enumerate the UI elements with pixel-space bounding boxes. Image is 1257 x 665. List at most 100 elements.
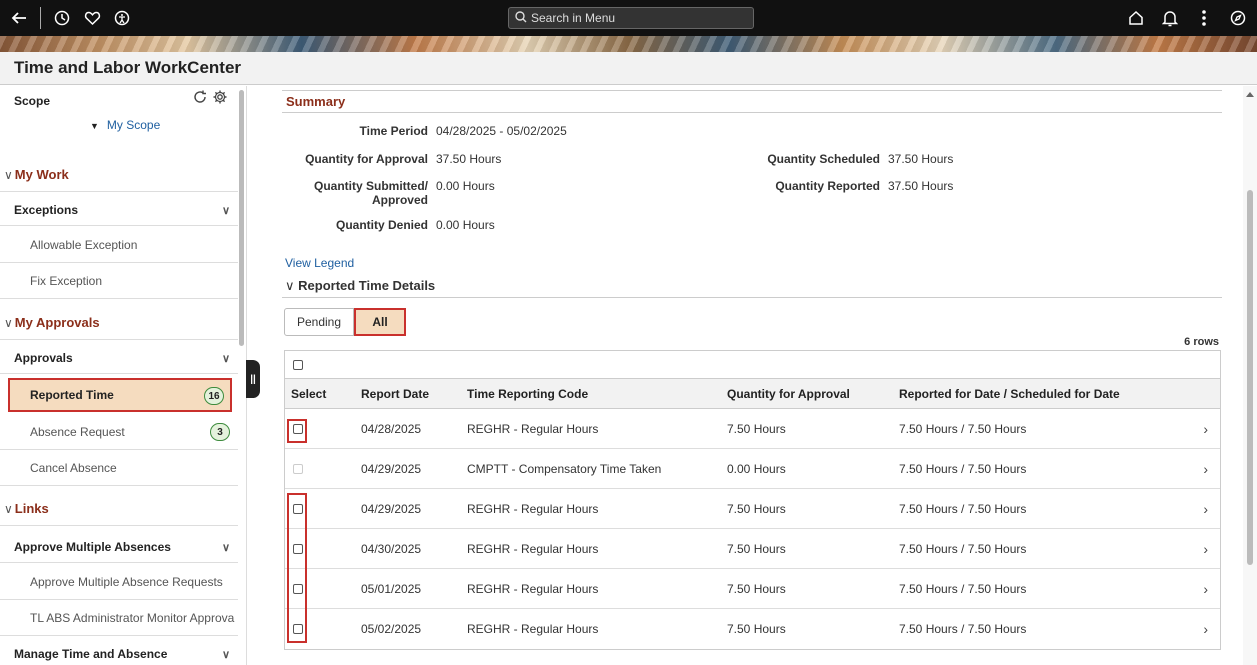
col-qty-for-approval[interactable]: Quantity for Approval — [727, 379, 850, 408]
chevron-down-icon: ∨ — [221, 205, 230, 217]
group-manage-time-absence[interactable]: Manage Time and Absence ∨ — [0, 638, 238, 665]
chevron-right-icon[interactable]: › — [1203, 489, 1208, 528]
top-banner-bar — [0, 0, 1257, 36]
cell-report-date: 04/29/2025 — [361, 461, 422, 476]
notifications-icon[interactable] — [1155, 3, 1185, 33]
col-report-date[interactable]: Report Date — [361, 379, 429, 408]
row-select-checkbox[interactable] — [293, 624, 303, 634]
actions-menu-icon[interactable] — [1189, 3, 1219, 33]
filter-all-button[interactable]: All — [354, 308, 406, 336]
sidebar-item-label: Cancel Absence — [30, 460, 117, 475]
chevron-down-icon: ∨ — [4, 315, 13, 330]
chevron-down-icon: ∨ — [221, 649, 230, 661]
group-exceptions[interactable]: Exceptions ∨ — [0, 194, 238, 226]
sidebar-item-label: Absence Request — [30, 424, 125, 439]
qty-reported-label: Quantity Reported — [775, 179, 880, 193]
select-all-checkbox[interactable] — [293, 359, 303, 370]
decorative-banner-image — [0, 36, 1257, 52]
group-approvals[interactable]: Approvals ∨ — [0, 342, 238, 374]
qty-submitted-label-line1: Quantity Submitted/ — [314, 179, 428, 193]
sidebar-item-tl-abs-admin-monitor[interactable]: TL ABS Administrator Monitor Approva — [0, 600, 238, 636]
scroll-up-arrow-icon[interactable] — [1246, 92, 1254, 97]
cell-report-date: 04/29/2025 — [361, 501, 422, 516]
cell-report-date: 04/28/2025 — [361, 421, 422, 436]
caret-down-icon: ▼ — [90, 121, 99, 131]
table-row[interactable]: 04/30/2025 REGHR - Regular Hours 7.50 Ho… — [285, 529, 1220, 569]
group-label: Manage Time and Absence — [14, 647, 168, 661]
col-select[interactable]: Select — [291, 379, 326, 408]
section-my-work[interactable]: ∨ My Work — [0, 158, 238, 192]
reported-time-details-header[interactable]: ∨ Reported Time Details — [285, 278, 435, 294]
sidebar-item-allowable-exception[interactable]: Allowable Exception — [0, 227, 238, 263]
search-input[interactable] — [531, 11, 741, 25]
row-select-checkbox[interactable] — [293, 423, 303, 434]
cell-report-date: 05/02/2025 — [361, 622, 422, 636]
cell-trc: REGHR - Regular Hours — [467, 622, 599, 636]
chevron-right-icon[interactable]: › — [1203, 609, 1208, 649]
cell-reported: 7.50 Hours / 7.50 Hours — [899, 581, 1027, 596]
sidebar-item-absence-request[interactable]: Absence Request 3 — [0, 414, 238, 450]
table-row[interactable]: 04/29/2025 REGHR - Regular Hours 7.50 Ho… — [285, 489, 1220, 529]
sidebar-collapse-handle[interactable]: || — [246, 360, 260, 398]
favorites-icon[interactable] — [77, 3, 107, 33]
my-scope-link[interactable]: ▼ My Scope — [90, 118, 160, 132]
gear-icon[interactable] — [212, 89, 228, 108]
divider — [282, 297, 1222, 298]
qty-submitted-label: Quantity Submitted/ Approved — [282, 179, 428, 207]
section-my-approvals[interactable]: ∨ My Approvals — [0, 306, 238, 340]
filter-pending-button[interactable]: Pending — [284, 308, 354, 336]
group-approve-multiple-absences[interactable]: Approve Multiple Absences ∨ — [0, 531, 238, 563]
chevron-right-icon[interactable]: › — [1203, 569, 1208, 608]
row-select-checkbox[interactable] — [293, 543, 303, 554]
cell-trc: REGHR - Regular Hours — [467, 421, 599, 436]
group-label: Approvals — [14, 350, 73, 365]
home-icon[interactable] — [1121, 3, 1151, 33]
chevron-down-icon: ∨ — [4, 167, 13, 182]
section-label: Links — [14, 501, 49, 516]
menu-search-box[interactable] — [508, 7, 754, 29]
group-label: Approve Multiple Absences — [14, 539, 171, 554]
chevron-right-icon[interactable]: › — [1203, 529, 1208, 568]
qty-scheduled-value: 37.50 Hours — [888, 152, 954, 166]
sidebar-item-approve-multiple-absence-requests[interactable]: Approve Multiple Absence Requests — [0, 564, 238, 600]
cell-qty: 0.00 Hours — [727, 461, 786, 476]
view-legend-link[interactable]: View Legend — [285, 256, 354, 270]
table-row[interactable]: 05/02/2025 REGHR - Regular Hours 7.50 Ho… — [285, 609, 1220, 649]
sidebar-item-cancel-absence[interactable]: Cancel Absence — [0, 450, 238, 486]
section-label: My Work — [14, 167, 69, 182]
pause-bars-icon: || — [250, 373, 256, 385]
cell-trc: REGHR - Regular Hours — [467, 581, 599, 596]
row-select-checkbox-disabled — [293, 463, 303, 474]
chevron-right-icon[interactable]: › — [1203, 409, 1208, 448]
table-row[interactable]: 05/01/2025 REGHR - Regular Hours 7.50 Ho… — [285, 569, 1220, 609]
accessibility-icon[interactable] — [107, 3, 137, 33]
sidebar-item-label: Allowable Exception — [30, 237, 138, 252]
divider — [282, 90, 1222, 91]
scope-row: Scope — [0, 86, 238, 118]
history-icon[interactable] — [47, 3, 77, 33]
chevron-down-icon: ∨ — [4, 501, 13, 516]
sidebar-item-reported-time[interactable]: Reported Time 16 — [8, 378, 232, 412]
navigator-icon[interactable] — [1223, 3, 1253, 33]
sidebar-item-fix-exception[interactable]: Fix Exception — [0, 263, 238, 299]
section-links[interactable]: ∨ Links — [0, 492, 238, 526]
sidebar-scrollbar[interactable] — [239, 90, 244, 346]
section-label: My Approvals — [14, 315, 100, 330]
table-row[interactable]: 04/28/2025 REGHR - Regular Hours 7.50 Ho… — [285, 409, 1220, 449]
chevron-right-icon[interactable]: › — [1203, 449, 1208, 488]
summary-title: Summary — [286, 94, 346, 109]
sidebar-item-label: Approve Multiple Absence Requests — [30, 574, 223, 589]
table-row[interactable]: 04/29/2025 CMPTT - Compensatory Time Tak… — [285, 449, 1220, 489]
col-trc[interactable]: Time Reporting Code — [467, 379, 588, 408]
col-reported-scheduled[interactable]: Reported for Date / Scheduled for Date — [899, 379, 1120, 408]
qty-reported-value: 37.50 Hours — [888, 179, 954, 193]
main-scrollbar-thumb[interactable] — [1247, 190, 1253, 565]
cell-report-date: 05/01/2025 — [361, 581, 422, 596]
page-title: Time and Labor WorkCenter — [14, 58, 242, 77]
back-arrow-icon[interactable] — [4, 3, 34, 33]
row-select-checkbox[interactable] — [293, 583, 303, 594]
sidebar-item-label: Fix Exception — [30, 273, 103, 288]
refresh-icon[interactable] — [192, 89, 208, 108]
time-period-label: Time Period — [359, 124, 428, 138]
row-select-checkbox[interactable] — [293, 503, 303, 514]
